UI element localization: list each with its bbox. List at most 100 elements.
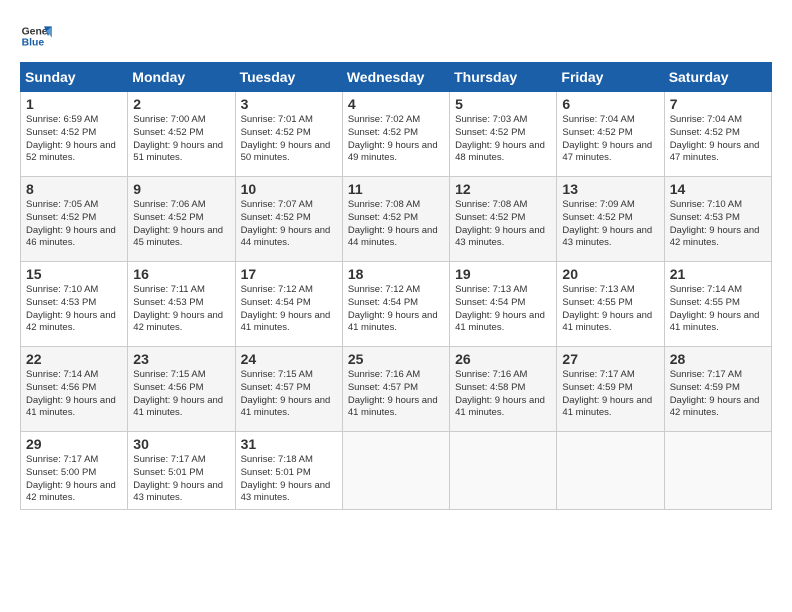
- day-number: 30: [133, 436, 229, 452]
- day-cell: 17 Sunrise: 7:12 AMSunset: 4:54 PMDayligh…: [235, 262, 342, 347]
- day-cell: 21 Sunrise: 7:14 AMSunset: 4:55 PMDayligh…: [664, 262, 771, 347]
- day-info: Sunrise: 7:10 AMSunset: 4:53 PMDaylight:…: [26, 284, 122, 335]
- day-info: Sunrise: 7:13 AMSunset: 4:54 PMDaylight:…: [455, 284, 551, 335]
- day-cell: 19Sunrise: 7:13 AMSunset: 4:54 PMDayligh…: [450, 262, 557, 347]
- day-info: Sunrise: 7:11 AMSunset: 4:53 PMDaylight:…: [133, 284, 229, 335]
- day-info: Sunrise: 7:14 AMSunset: 4:56 PMDaylight:…: [26, 369, 122, 420]
- day-number: 15: [26, 266, 122, 282]
- day-number: 20: [562, 266, 658, 282]
- day-cell: 22 Sunrise: 7:14 AMSunset: 4:56 PMDayligh…: [21, 347, 128, 432]
- day-number: 16: [133, 266, 229, 282]
- day-info: Sunrise: 7:17 AMSunset: 4:59 PMDaylight:…: [562, 369, 658, 420]
- day-cell: 27 Sunrise: 7:17 AMSunset: 4:59 PMDayligh…: [557, 347, 664, 432]
- day-number: 5: [455, 96, 551, 112]
- day-info: Sunrise: 7:14 AMSunset: 4:55 PMDaylight:…: [670, 284, 766, 335]
- day-cell: 30 Sunrise: 7:17 AMSunset: 5:01 PMDayligh…: [128, 432, 235, 510]
- day-cell: 7 Sunrise: 7:04 AMSunset: 4:52 PMDaylight…: [664, 92, 771, 177]
- day-cell: 6 Sunrise: 7:04 AMSunset: 4:52 PMDaylight…: [557, 92, 664, 177]
- day-info: Sunrise: 7:17 AMSunset: 5:01 PMDaylight:…: [133, 454, 229, 505]
- day-number: 2: [133, 96, 229, 112]
- day-info: Sunrise: 7:15 AMSunset: 4:56 PMDaylight:…: [133, 369, 229, 420]
- day-number: 12: [455, 181, 551, 197]
- day-number: 17: [241, 266, 337, 282]
- week-row-3: 15 Sunrise: 7:10 AMSunset: 4:53 PMDayligh…: [21, 262, 772, 347]
- day-cell: [664, 432, 771, 510]
- day-info: Sunrise: 7:00 AMSunset: 4:52 PMDaylight:…: [133, 114, 229, 165]
- day-cell: 16 Sunrise: 7:11 AMSunset: 4:53 PMDayligh…: [128, 262, 235, 347]
- day-cell: 11 Sunrise: 7:08 AMSunset: 4:52 PMDayligh…: [342, 177, 449, 262]
- day-number: 4: [348, 96, 444, 112]
- day-info: Sunrise: 7:12 AMSunset: 4:54 PMDaylight:…: [241, 284, 337, 335]
- day-cell: 28 Sunrise: 7:17 AMSunset: 4:59 PMDayligh…: [664, 347, 771, 432]
- day-cell: 3Sunrise: 7:01 AMSunset: 4:52 PMDaylight…: [235, 92, 342, 177]
- day-cell: 23Sunrise: 7:15 AMSunset: 4:56 PMDayligh…: [128, 347, 235, 432]
- day-info: Sunrise: 7:04 AMSunset: 4:52 PMDaylight:…: [670, 114, 766, 165]
- week-row-2: 8 Sunrise: 7:05 AMSunset: 4:52 PMDaylight…: [21, 177, 772, 262]
- day-info: Sunrise: 7:17 AMSunset: 5:00 PMDaylight:…: [26, 454, 122, 505]
- calendar-table: SundayMondayTuesdayWednesdayThursdayFrid…: [20, 62, 772, 510]
- header-cell-friday: Friday: [557, 63, 664, 92]
- day-cell: 4 Sunrise: 7:02 AMSunset: 4:52 PMDaylight…: [342, 92, 449, 177]
- day-info: Sunrise: 7:03 AMSunset: 4:52 PMDaylight:…: [455, 114, 551, 165]
- day-info: Sunrise: 7:01 AMSunset: 4:52 PMDaylight:…: [241, 114, 337, 165]
- day-info: Sunrise: 7:16 AMSunset: 4:57 PMDaylight:…: [348, 369, 444, 420]
- day-cell: 13 Sunrise: 7:09 AMSunset: 4:52 PMDayligh…: [557, 177, 664, 262]
- week-row-4: 22 Sunrise: 7:14 AMSunset: 4:56 PMDayligh…: [21, 347, 772, 432]
- day-cell: 10 Sunrise: 7:07 AMSunset: 4:52 PMDayligh…: [235, 177, 342, 262]
- header-cell-thursday: Thursday: [450, 63, 557, 92]
- logo-icon: General Blue: [20, 20, 52, 52]
- day-number: 18: [348, 266, 444, 282]
- day-info: Sunrise: 7:13 AMSunset: 4:55 PMDaylight:…: [562, 284, 658, 335]
- day-info: Sunrise: 7:09 AMSunset: 4:52 PMDaylight:…: [562, 199, 658, 250]
- day-info: Sunrise: 7:07 AMSunset: 4:52 PMDaylight:…: [241, 199, 337, 250]
- day-info: Sunrise: 7:16 AMSunset: 4:58 PMDaylight:…: [455, 369, 551, 420]
- header-cell-monday: Monday: [128, 63, 235, 92]
- day-info: Sunrise: 7:08 AMSunset: 4:52 PMDaylight:…: [348, 199, 444, 250]
- day-number: 11: [348, 181, 444, 197]
- day-number: 8: [26, 181, 122, 197]
- day-number: 27: [562, 351, 658, 367]
- day-number: 28: [670, 351, 766, 367]
- day-cell: [557, 432, 664, 510]
- day-cell: 26 Sunrise: 7:16 AMSunset: 4:58 PMDayligh…: [450, 347, 557, 432]
- day-info: Sunrise: 7:10 AMSunset: 4:53 PMDaylight:…: [670, 199, 766, 250]
- day-number: 21: [670, 266, 766, 282]
- day-cell: [342, 432, 449, 510]
- day-cell: 18 Sunrise: 7:12 AMSunset: 4:54 PMDayligh…: [342, 262, 449, 347]
- day-number: 13: [562, 181, 658, 197]
- day-info: Sunrise: 7:04 AMSunset: 4:52 PMDaylight:…: [562, 114, 658, 165]
- day-cell: 15 Sunrise: 7:10 AMSunset: 4:53 PMDayligh…: [21, 262, 128, 347]
- week-row-5: 29Sunrise: 7:17 AMSunset: 5:00 PMDayligh…: [21, 432, 772, 510]
- day-cell: 2 Sunrise: 7:00 AMSunset: 4:52 PMDaylight…: [128, 92, 235, 177]
- day-cell: 8 Sunrise: 7:05 AMSunset: 4:52 PMDaylight…: [21, 177, 128, 262]
- page-header: General Blue: [20, 20, 772, 52]
- day-number: 6: [562, 96, 658, 112]
- week-row-1: 1 Sunrise: 6:59 AMSunset: 4:52 PMDaylight…: [21, 92, 772, 177]
- day-info: Sunrise: 7:18 AMSunset: 5:01 PMDaylight:…: [241, 454, 337, 505]
- day-cell: 14 Sunrise: 7:10 AMSunset: 4:53 PMDayligh…: [664, 177, 771, 262]
- day-cell: 1 Sunrise: 6:59 AMSunset: 4:52 PMDaylight…: [21, 92, 128, 177]
- day-info: Sunrise: 7:05 AMSunset: 4:52 PMDaylight:…: [26, 199, 122, 250]
- day-info: Sunrise: 7:08 AMSunset: 4:52 PMDaylight:…: [455, 199, 551, 250]
- header-cell-wednesday: Wednesday: [342, 63, 449, 92]
- day-number: 22: [26, 351, 122, 367]
- day-number: 24: [241, 351, 337, 367]
- day-info: Sunrise: 7:02 AMSunset: 4:52 PMDaylight:…: [348, 114, 444, 165]
- day-info: Sunrise: 7:06 AMSunset: 4:52 PMDaylight:…: [133, 199, 229, 250]
- day-cell: 31 Sunrise: 7:18 AMSunset: 5:01 PMDayligh…: [235, 432, 342, 510]
- header-cell-sunday: Sunday: [21, 63, 128, 92]
- day-number: 1: [26, 96, 122, 112]
- day-cell: 9Sunrise: 7:06 AMSunset: 4:52 PMDaylight…: [128, 177, 235, 262]
- day-cell: 12 Sunrise: 7:08 AMSunset: 4:52 PMDayligh…: [450, 177, 557, 262]
- svg-text:Blue: Blue: [22, 38, 45, 49]
- day-number: 14: [670, 181, 766, 197]
- day-number: 7: [670, 96, 766, 112]
- day-number: 31: [241, 436, 337, 452]
- header-cell-tuesday: Tuesday: [235, 63, 342, 92]
- day-cell: 24Sunrise: 7:15 AMSunset: 4:57 PMDayligh…: [235, 347, 342, 432]
- day-info: Sunrise: 6:59 AMSunset: 4:52 PMDaylight:…: [26, 114, 122, 165]
- day-info: Sunrise: 7:17 AMSunset: 4:59 PMDaylight:…: [670, 369, 766, 420]
- day-number: 26: [455, 351, 551, 367]
- day-number: 10: [241, 181, 337, 197]
- day-info: Sunrise: 7:12 AMSunset: 4:54 PMDaylight:…: [348, 284, 444, 335]
